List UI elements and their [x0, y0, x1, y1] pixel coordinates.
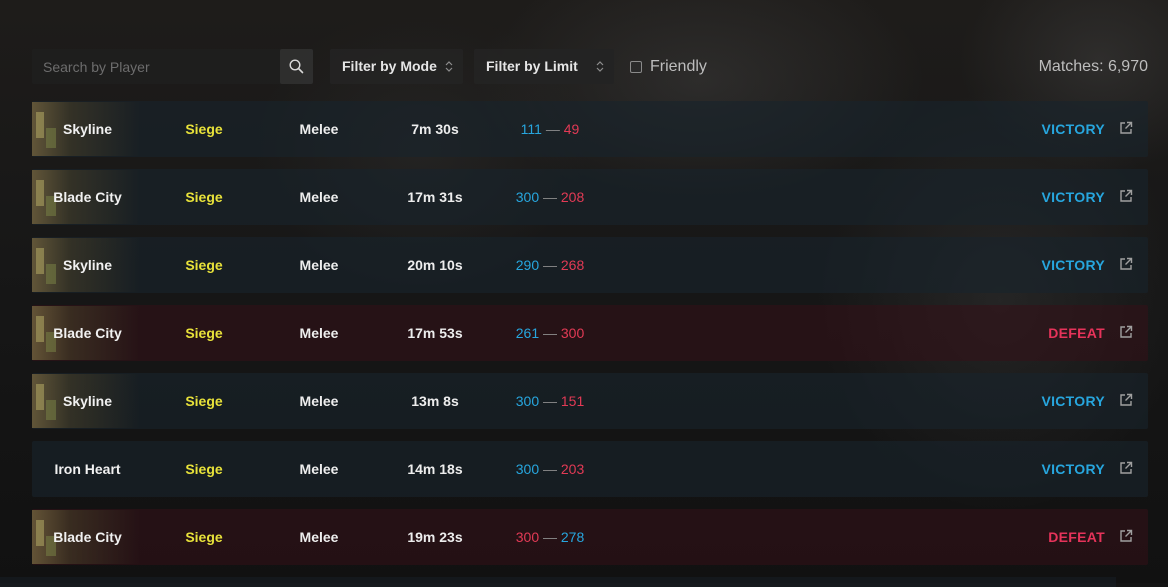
- match-duration: 17m 31s: [407, 189, 463, 205]
- match-result: VICTORY: [1041, 189, 1105, 205]
- external-link-icon[interactable]: [1119, 461, 1133, 475]
- match-result: VICTORY: [1041, 461, 1105, 477]
- score-team-b: 208: [560, 189, 585, 205]
- map-name: Blade City: [53, 529, 122, 545]
- score-separator: —: [543, 325, 557, 341]
- external-link-icon[interactable]: [1119, 121, 1133, 135]
- match-score: 290 — 268: [485, 237, 615, 293]
- score-separator: —: [545, 121, 560, 137]
- match-type: Melee: [299, 325, 339, 341]
- filter-toolbar: Filter by Mode Filter by Limit Friendly …: [32, 49, 1148, 84]
- match-duration: 14m 18s: [407, 461, 463, 477]
- match-row[interactable]: Skyline Siege Melee 20m 10s 290 — 268 VI…: [32, 237, 1148, 293]
- score-team-a: 300: [515, 189, 540, 205]
- matches-count: Matches: 6,970: [1038, 58, 1148, 75]
- filter-limit-label: Filter by Limit: [486, 58, 578, 74]
- match-score: 111 — 49: [485, 101, 615, 157]
- friendly-toggle[interactable]: Friendly: [630, 58, 707, 76]
- map-name: Skyline: [62, 121, 113, 137]
- score-separator: —: [543, 393, 557, 409]
- game-mode: Siege: [185, 461, 223, 477]
- score-team-a: 261: [515, 325, 540, 341]
- score-team-b: 151: [560, 393, 585, 409]
- match-result: VICTORY: [1041, 257, 1105, 273]
- sort-arrows-icon: [596, 61, 604, 72]
- score-separator: —: [543, 461, 557, 477]
- filter-limit-select[interactable]: Filter by Limit: [474, 49, 614, 84]
- friendly-label: Friendly: [650, 58, 707, 75]
- match-row[interactable]: Skyline Siege Melee 7m 30s 111 — 49 VICT…: [32, 101, 1148, 157]
- match-type: Melee: [299, 257, 339, 273]
- sort-arrows-icon: [445, 61, 453, 72]
- match-type: Melee: [299, 529, 339, 545]
- score-team-a: 300: [515, 393, 540, 409]
- map-name: Iron Heart: [54, 461, 121, 477]
- score-team-a: 300: [515, 529, 540, 545]
- map-name: Skyline: [62, 257, 113, 273]
- match-type: Melee: [299, 393, 339, 409]
- next-match-row-partial: [0, 577, 1116, 587]
- game-mode: Siege: [185, 257, 223, 273]
- match-row[interactable]: Skyline Siege Melee 13m 8s 300 — 151 VIC…: [32, 373, 1148, 429]
- match-duration: 13m 8s: [411, 393, 459, 409]
- match-duration: 20m 10s: [407, 257, 463, 273]
- match-result: DEFEAT: [1048, 325, 1105, 341]
- match-duration: 17m 53s: [407, 325, 463, 341]
- match-duration: 7m 30s: [411, 121, 459, 137]
- player-search: [32, 49, 313, 84]
- game-mode: Siege: [185, 121, 223, 137]
- match-result: VICTORY: [1041, 393, 1105, 409]
- score-team-a: 300: [515, 461, 540, 477]
- match-row[interactable]: Blade City Siege Melee 17m 31s 300 — 208…: [32, 169, 1148, 225]
- external-link-icon[interactable]: [1119, 189, 1133, 203]
- score-team-b: 49: [563, 121, 580, 137]
- search-input[interactable]: [32, 49, 272, 84]
- game-mode: Siege: [185, 189, 223, 205]
- score-separator: —: [543, 529, 557, 545]
- filter-mode-label: Filter by Mode: [342, 58, 437, 74]
- match-score: 300 — 203: [485, 441, 615, 497]
- match-score: 300 — 208: [485, 169, 615, 225]
- match-score: 300 — 151: [485, 373, 615, 429]
- filter-mode-select[interactable]: Filter by Mode: [330, 49, 463, 84]
- score-team-a: 111: [520, 121, 542, 137]
- match-row[interactable]: Blade City Siege Melee 17m 53s 261 — 300…: [32, 305, 1148, 361]
- match-row[interactable]: Blade City Siege Melee 19m 23s 300 — 278…: [32, 509, 1148, 565]
- map-name: Blade City: [53, 189, 122, 205]
- match-history-page: Filter by Mode Filter by Limit Friendly …: [0, 0, 1168, 587]
- match-type: Melee: [299, 121, 339, 137]
- map-name: Skyline: [62, 393, 113, 409]
- game-mode: Siege: [185, 393, 223, 409]
- game-mode: Siege: [185, 529, 223, 545]
- match-result: VICTORY: [1041, 121, 1105, 137]
- game-mode: Siege: [185, 325, 223, 341]
- external-link-icon[interactable]: [1119, 257, 1133, 271]
- score-separator: —: [543, 189, 557, 205]
- map-name: Blade City: [53, 325, 122, 341]
- match-type: Melee: [299, 189, 339, 205]
- score-separator: —: [543, 257, 557, 273]
- score-team-b: 203: [560, 461, 585, 477]
- external-link-icon[interactable]: [1119, 393, 1133, 407]
- score-team-b: 278: [560, 529, 585, 545]
- score-team-a: 290: [515, 257, 540, 273]
- match-result: DEFEAT: [1048, 529, 1105, 545]
- match-type: Melee: [299, 461, 339, 477]
- match-score: 300 — 278: [485, 509, 615, 565]
- external-link-icon[interactable]: [1119, 325, 1133, 339]
- external-link-icon[interactable]: [1119, 529, 1133, 543]
- match-duration: 19m 23s: [407, 529, 463, 545]
- match-row[interactable]: Iron Heart Siege Melee 14m 18s 300 — 203…: [32, 441, 1148, 497]
- score-team-b: 268: [560, 257, 585, 273]
- search-icon: [289, 59, 304, 74]
- search-button[interactable]: [280, 49, 313, 84]
- score-team-b: 300: [560, 325, 585, 341]
- match-score: 261 — 300: [485, 305, 615, 361]
- friendly-checkbox[interactable]: [630, 61, 642, 73]
